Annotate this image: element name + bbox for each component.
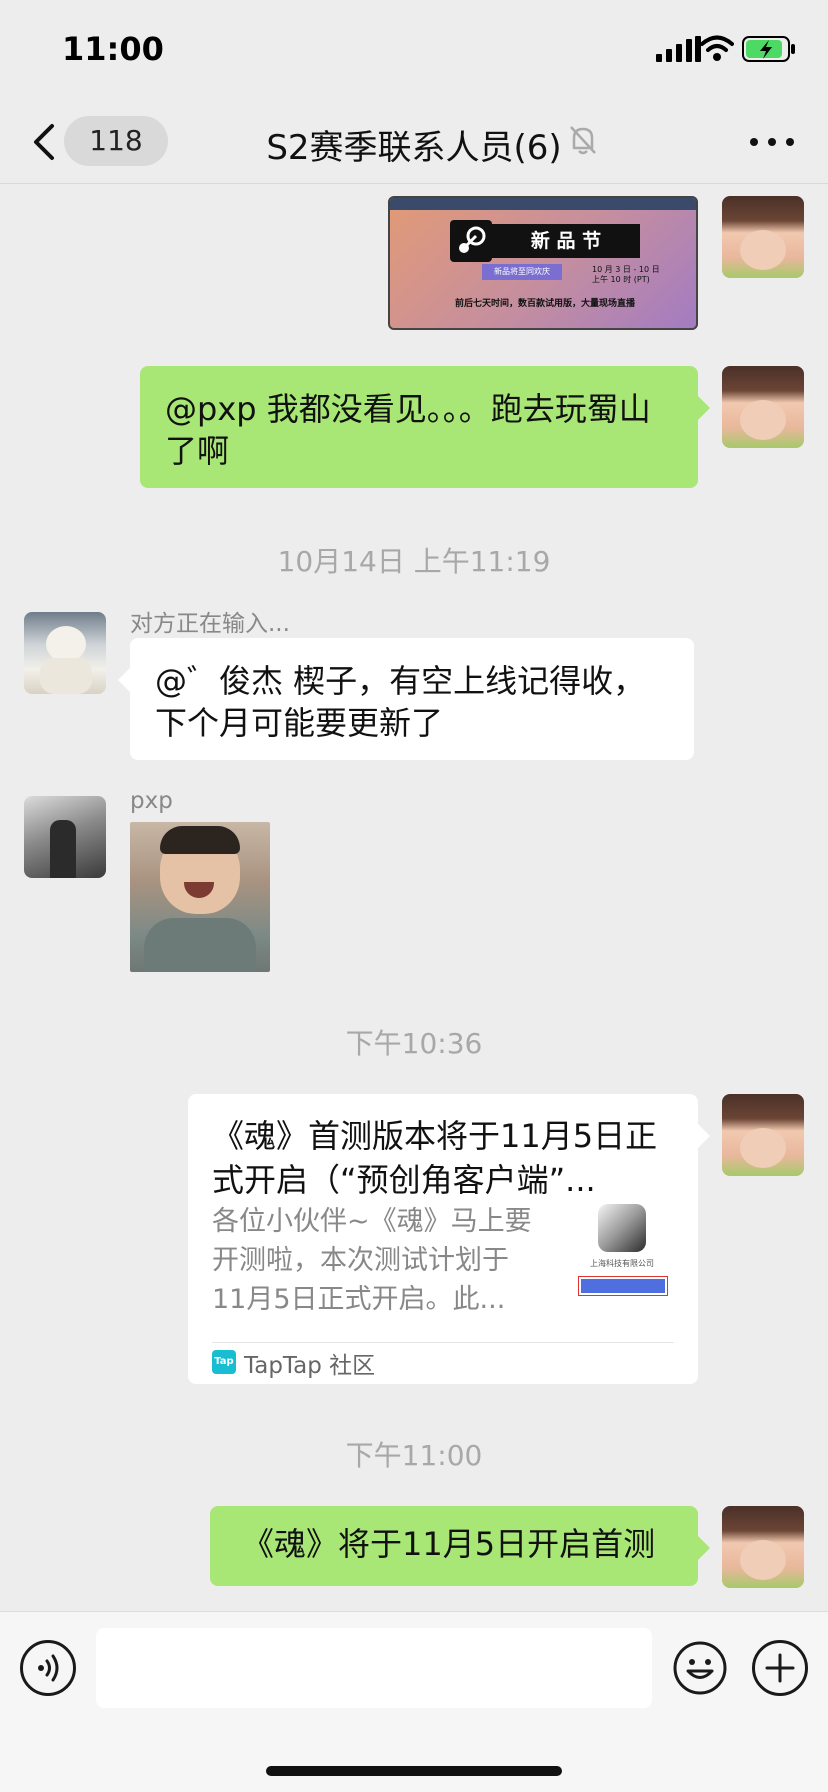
message-text: @pxp 我都没看见。。。跑去玩蜀山了啊 — [165, 390, 651, 470]
voice-input-button[interactable] — [20, 1640, 76, 1696]
sender-name: pxp — [130, 788, 173, 814]
message-text: @゛俊杰 楔子，有空上线记得收，下个月可能要更新了 — [155, 662, 646, 742]
event-title-band: 新 品 节 — [492, 224, 640, 258]
link-card-title: 《魂》首测版本将于11月5日正式开启（“预创角客户端”... — [212, 1117, 658, 1199]
contact-message-bubble[interactable]: @゛俊杰 楔子，有空上线记得收，下个月可能要更新了 — [118, 638, 694, 760]
sender-name: 对方正在输入... — [130, 611, 290, 637]
contact-avatar-pxp[interactable] — [24, 796, 106, 878]
taptap-logo-icon: Tap — [212, 1350, 236, 1374]
more-icon[interactable] — [746, 120, 798, 164]
my-avatar[interactable] — [722, 366, 804, 448]
event-subtitle: 新品将至同欢庆 — [482, 264, 562, 280]
emoji-icon[interactable] — [672, 1640, 728, 1696]
shared-link-card[interactable]: 《魂》首测版本将于11月5日正式开启（“预创角客户端”... 各位小伙伴~《魂》… — [188, 1094, 710, 1384]
input-bar — [0, 1611, 828, 1792]
more-functions-button[interactable] — [752, 1640, 808, 1696]
steam-logo — [450, 220, 492, 262]
plus-icon — [765, 1653, 795, 1683]
home-indicator[interactable] — [266, 1766, 562, 1776]
my-avatar[interactable] — [722, 1094, 804, 1176]
voice-icon — [38, 1654, 59, 1682]
chat-title: S2赛季联系人员(6) — [266, 128, 562, 168]
link-card-description: 各位小伙伴~《魂》马上要开测啦，本次测试计划于11月5日正式开启。此... — [212, 1206, 532, 1315]
mute-bell-icon — [570, 126, 596, 155]
message-input[interactable] — [96, 1628, 652, 1708]
contact-avatar[interactable] — [24, 612, 106, 694]
wifi-icon — [700, 35, 734, 61]
status-time: 11:00 — [62, 30, 164, 68]
steam-event-image[interactable]: 新 品 节 新品将至同欢庆 10 月 3 日 - 10 日 上午 10 时 (P… — [388, 196, 698, 330]
link-card-thumbnail: 上海科技有限公司 — [572, 1204, 672, 1304]
my-message-bubble[interactable]: @pxp 我都没看见。。。跑去玩蜀山了啊 — [140, 366, 710, 488]
crying-kid-sticker[interactable] — [130, 822, 270, 972]
battery-icon — [742, 36, 795, 62]
my-avatar[interactable] — [722, 1506, 804, 1588]
steam-icon — [459, 226, 486, 253]
signal-icon — [656, 36, 701, 62]
timestamp: 下午10:36 — [345, 1027, 483, 1060]
timestamp: 下午11:00 — [345, 1439, 483, 1472]
link-card-source-label: TapTap 社区 — [244, 1353, 376, 1379]
event-time: 上午 10 时 (PT) — [592, 275, 650, 284]
event-footer: 前后七天时间，数百款试用版，大量现场直播 — [454, 299, 635, 309]
thumbnail-caption: 上海科技有限公司 — [590, 1259, 654, 1268]
timestamp: 10月14日 上午11:19 — [277, 545, 551, 578]
my-avatar[interactable] — [722, 196, 804, 278]
my-message-bubble[interactable]: 《魂》将于11月5日开启首测 — [210, 1506, 710, 1586]
message-text: 《魂》将于11月5日开启首测 — [242, 1525, 656, 1563]
status-bar: 11:00 — [0, 0, 828, 100]
chat-nav-bar: 118 S2赛季联系人员(6) — [0, 100, 828, 184]
link-card-divider — [212, 1342, 674, 1343]
